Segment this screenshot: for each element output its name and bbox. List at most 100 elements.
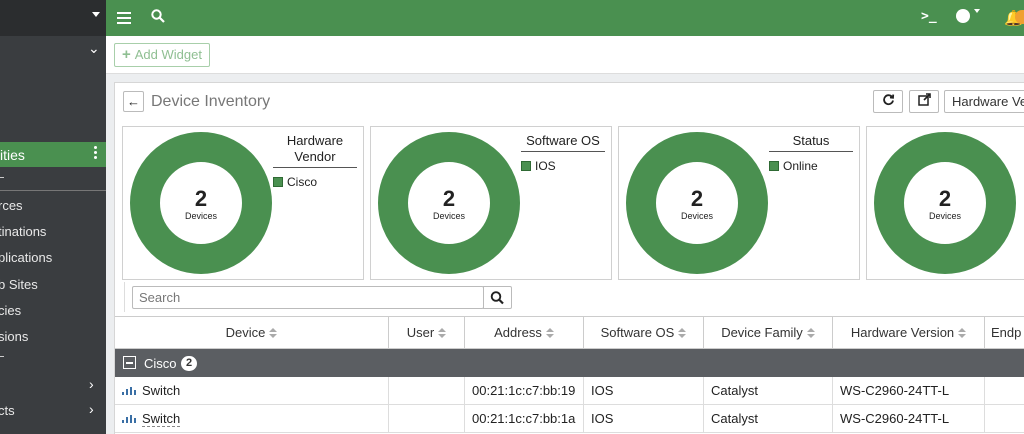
sidebar-item-applications[interactable]: plications	[0, 250, 52, 265]
column-header-label: User	[406, 325, 435, 340]
device-inventory-panel: ← Device Inventory Hardware Ve 2 Devices…	[114, 82, 1024, 434]
donut-chart[interactable]: 2 Devices	[129, 131, 273, 275]
legend-item[interactable]: Online	[769, 159, 853, 173]
column-header-endpoint[interactable]: Endp	[985, 317, 1024, 348]
device-count-label: Devices	[681, 211, 714, 221]
legend-title: Software OS	[521, 133, 605, 152]
cell-software-os: IOS	[584, 405, 704, 432]
help-icon[interactable]: ?	[956, 9, 970, 23]
donut-chart[interactable]: 2 Devices	[377, 131, 521, 275]
legend-title: Status	[769, 133, 853, 152]
table-row[interactable]: Switch 00:21:1c:c7:bb:19 IOS Catalyst WS…	[115, 377, 1024, 405]
donut-chart[interactable]: 2 Devices	[873, 131, 1017, 275]
cell-device[interactable]: Switch	[115, 377, 389, 404]
cell-hardware-version: WS-C2960-24TT-L	[833, 377, 985, 404]
legend-item[interactable]: Cisco	[273, 175, 357, 189]
device-count: 2	[691, 186, 703, 211]
more-options-icon[interactable]	[94, 146, 98, 161]
legend-swatch	[273, 177, 283, 187]
cell-software-os: IOS	[584, 377, 704, 404]
add-widget-label: Add Widget	[134, 47, 202, 62]
sidebar-header[interactable]	[0, 0, 106, 36]
device-count: 2	[443, 186, 455, 211]
column-header-label: Address	[494, 325, 542, 340]
sidebar-item-sessions[interactable]: sions	[0, 329, 28, 344]
cell-hardware-version: WS-C2960-24TT-L	[833, 405, 985, 432]
chart-card-status: 2 Devices Status Online	[618, 126, 860, 280]
column-header-device-family[interactable]: Device Family	[704, 317, 833, 348]
legend-item-label: IOS	[535, 159, 556, 173]
sidebar-item-web-sites[interactable]: b Sites	[0, 277, 38, 292]
divider	[0, 190, 106, 191]
device-count-label: Devices	[929, 211, 962, 221]
back-arrow-icon[interactable]: ←	[123, 91, 144, 112]
cell-device-family: Catalyst	[704, 405, 833, 432]
top-navigation-bar: >_ ? 🔔	[106, 0, 1024, 36]
terminal-icon[interactable]: >_	[921, 9, 937, 24]
cell-device[interactable]: Switch	[115, 405, 389, 432]
sort-icon[interactable]	[958, 328, 967, 338]
search-button[interactable]	[483, 286, 512, 309]
cell-user	[389, 405, 465, 432]
column-header-label: Device Family	[721, 325, 803, 340]
sidebar-item-objects[interactable]: cts	[0, 403, 15, 418]
open-external-button[interactable]	[909, 90, 939, 113]
sidebar-item-policies[interactable]: cies	[0, 303, 21, 318]
legend-swatch	[521, 161, 531, 171]
column-header-label: Endp	[991, 325, 1022, 340]
column-header-address[interactable]: Address	[465, 317, 584, 348]
hamburger-menu-icon[interactable]	[117, 12, 131, 27]
device-name: Switch	[142, 383, 181, 398]
widget-toolbar: + Add Widget	[106, 36, 1024, 74]
device-count: 2	[939, 186, 951, 211]
collapse-icon[interactable]	[123, 356, 136, 369]
cell-address: 00:21:1c:c7:bb:1a	[465, 405, 584, 432]
group-name: Cisco	[144, 356, 177, 371]
chart-card-software-os: 2 Devices Software OS IOS	[370, 126, 612, 280]
sort-icon[interactable]	[806, 328, 815, 338]
column-header-label: Software OS	[600, 325, 675, 340]
column-header-device[interactable]: Device	[115, 317, 389, 348]
caret-down-icon[interactable]	[92, 12, 100, 17]
search-input[interactable]	[132, 286, 484, 309]
cell-address: 00:21:1c:c7:bb:19	[465, 377, 584, 404]
column-header-hardware-version[interactable]: Hardware Version	[833, 317, 985, 348]
sort-icon[interactable]	[269, 328, 278, 338]
sort-icon[interactable]	[678, 328, 687, 338]
legend-item[interactable]: IOS	[521, 159, 605, 173]
sidebar-item-destinations[interactable]: tinations	[0, 224, 46, 239]
switch-device-icon	[122, 387, 137, 395]
page-title: Device Inventory	[151, 93, 271, 110]
legend-title: Hardware Vendor	[273, 133, 357, 168]
notification-badge	[1015, 10, 1024, 24]
hardware-version-select[interactable]: Hardware Ve	[944, 90, 1024, 113]
column-header-label: Device	[225, 325, 266, 340]
chevron-right-icon[interactable]: ›	[89, 376, 94, 392]
chart-legend: Software OS IOS	[521, 133, 605, 173]
divider	[124, 282, 125, 312]
column-header-user[interactable]: User	[389, 317, 465, 348]
chart-legend: Hardware Vendor Cisco	[273, 133, 357, 189]
cell-device-family: Catalyst	[704, 377, 833, 404]
sidebar-item-sources[interactable]: rces	[0, 198, 23, 213]
chart-card-partial: 2 Devices	[866, 126, 1024, 280]
sidebar-item-label: ities	[0, 147, 25, 163]
legend-swatch	[769, 161, 779, 171]
table-row[interactable]: Switch 00:21:1c:c7:bb:1a IOS Catalyst WS…	[115, 405, 1024, 433]
add-widget-button[interactable]: + Add Widget	[114, 43, 210, 67]
sort-icon[interactable]	[545, 328, 554, 338]
sort-icon[interactable]	[438, 328, 447, 338]
divider	[0, 177, 4, 178]
external-link-icon	[917, 93, 931, 106]
search-icon[interactable]	[151, 9, 165, 23]
group-row-cisco[interactable]: Cisco 2	[115, 349, 1024, 377]
cell-endpoint	[985, 377, 1024, 404]
device-name-link[interactable]: Switch	[142, 411, 181, 427]
caret-down-icon[interactable]	[974, 9, 980, 13]
chevron-down-icon[interactable]: ⌄	[88, 40, 100, 57]
sidebar-item-active[interactable]: ities	[0, 142, 106, 167]
refresh-button[interactable]	[873, 90, 903, 113]
donut-chart[interactable]: 2 Devices	[625, 131, 769, 275]
chevron-right-icon[interactable]: ›	[89, 401, 94, 417]
column-header-software-os[interactable]: Software OS	[584, 317, 704, 348]
